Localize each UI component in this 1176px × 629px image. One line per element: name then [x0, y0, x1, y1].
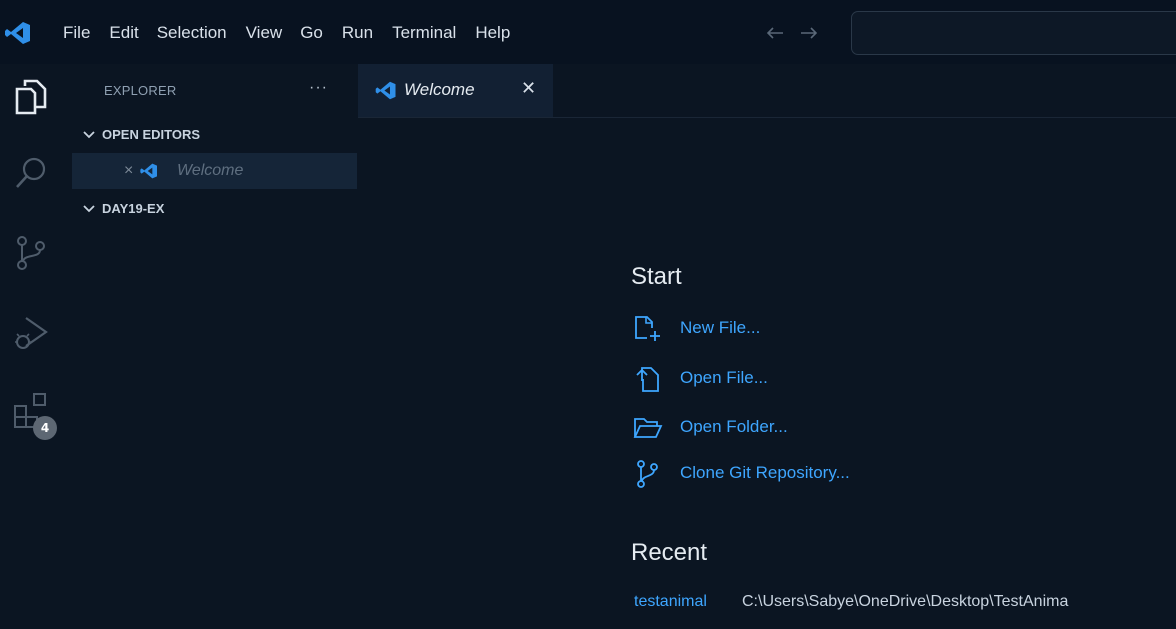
- more-actions-icon[interactable]: ···: [309, 79, 328, 97]
- menu-run[interactable]: Run: [342, 23, 373, 43]
- explorer-sidebar: EXPLORER ··· OPEN EDITORS × Welcome DAY1…: [62, 64, 358, 629]
- chevron-down-icon: [83, 130, 95, 138]
- folder-label: DAY19-EX: [102, 201, 165, 216]
- open-editor-label: Welcome: [177, 162, 244, 179]
- open-folder-icon: [633, 418, 663, 438]
- clone-git-label: Clone Git Repository...: [680, 463, 850, 482]
- nav-arrows: [762, 22, 822, 44]
- new-file-label: New File...: [680, 318, 761, 337]
- start-heading: Start: [631, 263, 682, 290]
- recent-item-path: C:\Users\Sabye\OneDrive\Desktop\TestAnim…: [742, 593, 1069, 610]
- git-clone-icon: [637, 460, 658, 488]
- vscode-file-icon: [375, 81, 396, 100]
- activity-bar: 4: [0, 64, 62, 629]
- vscode-window: File Edit Selection View Go Run Terminal…: [0, 0, 1176, 629]
- new-file-icon: [635, 316, 660, 341]
- open-file-icon: [636, 367, 659, 392]
- title-bar: File Edit Selection View Go Run Terminal…: [0, 0, 1176, 64]
- open-folder-label: Open Folder...: [680, 417, 788, 436]
- source-control-icon[interactable]: [10, 232, 52, 274]
- folder-section[interactable]: DAY19-EX: [82, 201, 164, 216]
- clone-git-link[interactable]: Clone Git Repository...: [633, 459, 850, 489]
- tab-welcome[interactable]: Welcome ✕: [358, 64, 553, 117]
- open-editors-section[interactable]: OPEN EDITORS: [82, 127, 200, 142]
- new-file-link[interactable]: New File...: [633, 314, 760, 344]
- menu-help[interactable]: Help: [475, 23, 510, 43]
- menu-go[interactable]: Go: [300, 23, 323, 43]
- open-editors-label: OPEN EDITORS: [102, 127, 201, 142]
- chevron-down-icon: [83, 204, 95, 212]
- tab-label: Welcome: [404, 80, 475, 99]
- menu-terminal[interactable]: Terminal: [392, 23, 456, 43]
- recent-item-name[interactable]: testanimal: [634, 593, 707, 611]
- open-file-label: Open File...: [680, 368, 768, 387]
- open-file-link[interactable]: Open File...: [633, 364, 768, 394]
- menu-view[interactable]: View: [246, 23, 283, 43]
- explorer-icon[interactable]: [10, 76, 52, 118]
- back-arrow-icon[interactable]: [762, 22, 788, 44]
- menu-edit[interactable]: Edit: [109, 23, 138, 43]
- editor-tab-bar: Welcome ✕: [358, 64, 1176, 118]
- sidebar-title: EXPLORER: [104, 83, 177, 98]
- recent-heading: Recent: [631, 539, 708, 566]
- extensions-badge: 4: [33, 416, 57, 440]
- open-folder-link[interactable]: Open Folder...: [633, 413, 788, 443]
- forward-arrow-icon[interactable]: [796, 22, 822, 44]
- vscode-file-icon: [140, 163, 157, 179]
- vscode-logo-icon[interactable]: [5, 21, 31, 45]
- close-icon[interactable]: ×: [124, 162, 133, 180]
- tab-close-icon[interactable]: ✕: [521, 78, 536, 99]
- menu-selection[interactable]: Selection: [157, 23, 227, 43]
- menu-bar: File Edit Selection View Go Run Terminal…: [63, 20, 510, 46]
- open-editor-item[interactable]: × Welcome: [72, 153, 357, 189]
- search-icon[interactable]: [10, 152, 52, 194]
- welcome-page: Start New File... Open File... Open Fold…: [358, 118, 1176, 629]
- command-center-search[interactable]: [851, 11, 1176, 55]
- menu-file[interactable]: File: [63, 23, 90, 43]
- run-debug-icon[interactable]: [10, 312, 52, 354]
